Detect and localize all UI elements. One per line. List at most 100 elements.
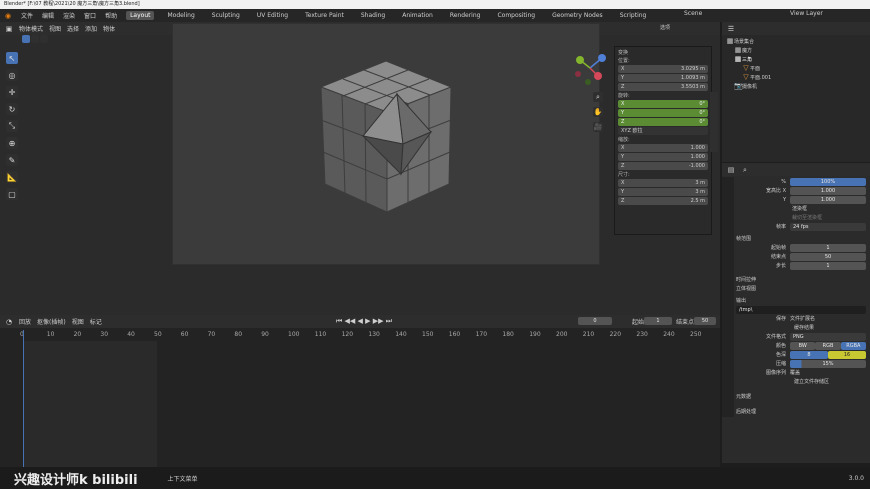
tab-modeling[interactable]: Modeling — [163, 11, 198, 20]
location-y-field[interactable]: Y 1.0093 m — [618, 74, 708, 82]
zoom-icon[interactable]: ⌕ — [593, 92, 603, 102]
tab-uv-editing[interactable]: UV Editing — [253, 11, 292, 20]
rotate-icon[interactable]: ↻ — [6, 103, 18, 115]
menu-edit[interactable]: 编辑 — [42, 11, 54, 20]
outliner-item-plane-001[interactable]: ▽平面.001 — [726, 73, 866, 82]
move-icon[interactable]: ✛ — [6, 86, 18, 98]
location-z-field[interactable]: Z 3.5503 m — [618, 83, 708, 91]
scale-x-field[interactable]: X 1.000 — [618, 144, 708, 152]
search-icon[interactable]: ⌕ — [741, 166, 749, 174]
aspect-x-field[interactable]: 1.000 — [790, 186, 866, 195]
tab-animation[interactable]: Animation — [398, 11, 437, 20]
cache-result-checkbox[interactable]: 缓存结果 — [736, 323, 866, 332]
tab-scripting[interactable]: Scripting — [616, 11, 651, 20]
scene-selector[interactable]: Scene — [684, 10, 702, 17]
frame-step-field[interactable]: 1 — [790, 261, 866, 270]
dimension-x-field[interactable]: X 3 m — [618, 179, 708, 187]
color-rgb-button[interactable]: RGB — [815, 341, 841, 350]
frame-end-field[interactable]: 50 — [790, 252, 866, 261]
dimension-y-field[interactable]: Y 3 m — [618, 188, 708, 196]
camera-view-icon[interactable]: 🎥 — [593, 122, 603, 132]
options-menu[interactable]: 选项 — [660, 24, 670, 31]
menu-object[interactable]: 物体 — [103, 24, 115, 33]
frame-ruler[interactable]: 0 10 20 30 40 50 60 70 80 90 100 110 120 130 140 150 160… — [0, 330, 720, 340]
outliner-item-plane[interactable]: ▽平面 — [726, 64, 866, 73]
location-x-field[interactable]: X 3.0295 m — [618, 65, 708, 73]
cursor-icon[interactable]: ◎ — [6, 69, 18, 81]
tab-shading[interactable]: Shading — [357, 11, 389, 20]
aspect-y-field[interactable]: 1.000 — [790, 195, 866, 204]
compression-slider[interactable]: 15% — [790, 359, 866, 368]
tab-sculpting[interactable]: Sculpting — [208, 11, 244, 20]
tab-geometry-nodes[interactable]: Geometry Nodes — [548, 11, 607, 20]
frame-start-field[interactable]: 1 — [790, 243, 866, 252]
output-panel[interactable]: 输出 — [736, 296, 866, 305]
menu-timeline-view[interactable]: 视图 — [72, 317, 84, 326]
properties-editor[interactable]: ▤ ⌕ % 100% 宽高比 X 1.000 Y 1.000 渲染框 裁切至渲染框 帧率… — [722, 163, 870, 463]
end-frame-field[interactable]: 50 — [694, 317, 716, 325]
navigation-gizmo[interactable] — [570, 48, 610, 88]
transform-icon[interactable]: ⊕ — [6, 137, 18, 149]
properties-icon[interactable]: ▤ — [727, 166, 735, 174]
view-layer-selector[interactable]: View Layer — [790, 10, 823, 17]
transform-header[interactable]: 变换 — [618, 49, 708, 57]
annotate-icon[interactable]: ✎ — [6, 154, 18, 166]
playhead[interactable] — [23, 330, 24, 467]
frame-range-panel[interactable]: 帧范围 — [736, 234, 866, 243]
blender-logo-icon[interactable]: ◉ — [4, 12, 12, 20]
time-stretch-panel[interactable]: 时间拉伸 — [736, 275, 866, 284]
menu-playback[interactable]: 回放 — [19, 317, 31, 326]
crop-checkbox[interactable]: 裁切至渲染框 — [736, 213, 866, 222]
outliner-item-camera[interactable]: 📷摄像机 — [726, 82, 866, 91]
file-format-select[interactable]: PNG — [790, 332, 866, 341]
menu-marker[interactable]: 标记 — [90, 317, 102, 326]
3d-viewport[interactable]: ▣ 物体模式 视图 选择 添加 物体 全局 选项 ↖ — [0, 22, 720, 315]
render-region-checkbox[interactable]: 渲染框 — [736, 204, 866, 213]
file-extension-checkbox[interactable]: 文件扩展名 — [790, 315, 815, 322]
depth-16-button[interactable]: 16 — [828, 350, 866, 359]
outliner[interactable]: ☰ ▦场景集合 ▦魔方 ▦三角 ▽平面 ▽平面.001 📷摄像机 — [722, 22, 870, 162]
tab-texture-paint[interactable]: Texture Paint — [301, 11, 348, 20]
color-bw-button[interactable]: BW — [790, 341, 816, 350]
select-subtract-icon[interactable] — [40, 35, 48, 43]
select-box-icon[interactable]: ↖ — [6, 52, 18, 64]
placeholders-checkbox[interactable]: 建立文件存储区 — [736, 377, 866, 386]
output-path-field[interactable]: /tmp\ — [736, 305, 866, 314]
resolution-percent-field[interactable]: 100% — [790, 177, 866, 186]
scene-collection[interactable]: ▦场景集合 — [726, 37, 866, 46]
menu-keying[interactable]: 抠像(插帧) — [37, 317, 66, 326]
editor-type-icon[interactable]: ▣ — [5, 25, 13, 33]
add-cube-icon[interactable]: ▢ — [6, 188, 18, 200]
menu-file[interactable]: 文件 — [21, 11, 33, 20]
fps-select[interactable]: 24 fps — [790, 222, 866, 231]
color-rgba-button[interactable]: RGBA — [840, 341, 866, 350]
current-frame-field[interactable]: 0 — [578, 317, 612, 325]
menu-add[interactable]: 添加 — [85, 24, 97, 33]
menu-help[interactable]: 帮助 — [105, 11, 117, 20]
scale-y-field[interactable]: Y 1.000 — [618, 153, 708, 161]
measure-icon[interactable]: 📐 — [6, 171, 18, 183]
scale-z-field[interactable]: Z -1.000 — [618, 162, 708, 170]
menu-render[interactable]: 渲染 — [63, 11, 75, 20]
select-extend-icon[interactable] — [31, 35, 39, 43]
depth-8-button[interactable]: 8 — [790, 350, 828, 359]
stereo-panel[interactable]: 立体视图 — [736, 284, 866, 293]
menu-window[interactable]: 窗口 — [84, 11, 96, 20]
timeline-editor[interactable]: ◔ 回放 抠像(插帧) 视图 标记 ⏮ ◀◀ ◀ ▶ ▶▶ ⏭ 0 起始 1 结… — [0, 315, 720, 467]
timeline-editor-icon[interactable]: ◔ — [5, 318, 13, 326]
rotation-mode-select[interactable]: XYZ 欧拉 — [618, 127, 708, 135]
rotation-y-field[interactable]: Y 0° — [618, 109, 708, 117]
tab-compositing[interactable]: Compositing — [493, 11, 539, 20]
menu-view[interactable]: 视图 — [49, 24, 61, 33]
outliner-item-triangle[interactable]: ▦三角 — [726, 55, 866, 64]
property-tabs[interactable] — [722, 177, 734, 417]
scale-icon[interactable]: ⤡ — [6, 120, 18, 132]
select-mode-icon[interactable] — [22, 35, 30, 43]
metadata-panel[interactable]: 元数据 — [736, 392, 866, 401]
dimension-z-field[interactable]: Z 2.5 m — [618, 197, 708, 205]
rotation-z-field[interactable]: Z 0° — [618, 118, 708, 126]
sidebar-tabs[interactable] — [710, 92, 718, 152]
playback-controls[interactable]: ⏮ ◀◀ ◀ ▶ ▶▶ ⏭ — [336, 317, 392, 326]
post-processing-panel[interactable]: 后期处理 — [736, 407, 866, 416]
start-frame-field[interactable]: 1 — [644, 317, 672, 325]
